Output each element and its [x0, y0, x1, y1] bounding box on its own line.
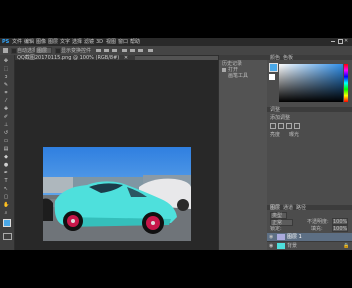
zoom-tool-icon[interactable]: ⌕	[3, 210, 9, 216]
menu-file[interactable]: 文件	[12, 39, 22, 45]
fill-label: 填充:	[311, 226, 323, 232]
opacity-label: 不透明度:	[307, 219, 329, 225]
layer-name[interactable]: 背景	[287, 243, 297, 249]
move-tool-icon[interactable]: ✥	[3, 58, 9, 64]
layers-panel-header: 图层 通道 路径	[267, 205, 352, 211]
menu-layer[interactable]: 图层	[48, 39, 58, 45]
align-buttons[interactable]	[96, 48, 156, 53]
menu-edit[interactable]: 编辑	[24, 39, 34, 45]
letterbox-bottom	[0, 250, 352, 288]
quick-mask-icon[interactable]	[3, 233, 12, 240]
minimize-icon[interactable]	[331, 41, 335, 42]
menu-bar: PS 文件 编辑 图像 图层 文字 选择 滤镜 3D 视图 窗口 帮助 ✕	[0, 38, 352, 46]
visibility-eye-icon[interactable]: ◉	[269, 243, 273, 249]
car-photo	[43, 147, 191, 241]
align-left-icon[interactable]	[122, 49, 127, 52]
canvas-image[interactable]	[43, 147, 191, 241]
show-transform-label: 显示变换控件	[61, 48, 92, 54]
align-top-icon[interactable]	[96, 49, 101, 52]
eyedropper-tool-icon[interactable]: ⁄	[3, 98, 9, 104]
history-panel-header	[219, 55, 267, 60]
menu-window[interactable]: 窗口	[118, 39, 128, 45]
canvas-area[interactable]	[15, 60, 218, 250]
menu-3d[interactable]: 3D	[96, 39, 103, 45]
layer-row[interactable]: ◉ 图层 1	[267, 233, 352, 241]
gradient-tool-icon[interactable]: ▤	[3, 146, 9, 152]
history-item-brush[interactable]: 画笔工具	[228, 73, 248, 79]
brightness-icon[interactable]	[270, 123, 276, 129]
align-vcenter-icon[interactable]	[104, 49, 109, 52]
menu-view[interactable]: 视图	[106, 39, 116, 45]
auto-select-dropdown[interactable]: 图层	[35, 47, 52, 54]
shape-tool-icon[interactable]: ▢	[3, 194, 9, 200]
tools-panel: ✥ ⬚ ↄ ✎ ⌗ ⁄ ✚ ✐ ⊥ ↺ ▭ ▤ ◆ ● ✒ T ↖ ▢ ✋ ⌕	[0, 55, 15, 250]
tab-layers[interactable]: 图层	[270, 205, 280, 211]
foreground-color-swatch[interactable]	[3, 219, 11, 227]
hue-slider[interactable]	[344, 64, 348, 102]
curves-icon[interactable]	[286, 123, 292, 129]
adjustments-header: 调整	[267, 107, 352, 113]
adjustments-add-label: 添加调整	[270, 115, 291, 121]
pen-tool-icon[interactable]: ✒	[3, 170, 9, 176]
fill-input[interactable]: 100%	[332, 225, 348, 232]
adjust-row-exposure[interactable]: 曝光	[289, 132, 299, 138]
tab-color[interactable]: 颜色	[270, 55, 280, 61]
menu-select[interactable]: 选择	[72, 39, 82, 45]
history-brush-tool-icon[interactable]: ↺	[3, 130, 9, 136]
distribute-icon[interactable]	[148, 49, 153, 52]
layer-kind-filter[interactable]: 类型	[270, 212, 287, 219]
color-panel-bg-swatch[interactable]	[269, 74, 275, 80]
adjust-row-brightness[interactable]: 亮度	[270, 132, 280, 138]
adjustments-icons-row[interactable]	[270, 123, 330, 129]
marquee-tool-icon[interactable]: ⬚	[3, 66, 9, 72]
move-tool-preset-icon[interactable]	[3, 48, 8, 53]
menu-help[interactable]: 帮助	[130, 39, 140, 45]
brush-tool-icon[interactable]: ✐	[3, 114, 9, 120]
close-icon[interactable]: ✕	[344, 38, 348, 44]
align-bottom-icon[interactable]	[112, 49, 117, 52]
tab-swatches[interactable]: 色板	[283, 55, 293, 61]
align-hcenter-icon[interactable]	[130, 49, 135, 52]
levels-icon[interactable]	[278, 123, 284, 129]
layer-thumbnail	[277, 234, 285, 240]
clone-stamp-tool-icon[interactable]: ⊥	[3, 122, 9, 128]
type-tool-icon[interactable]: T	[3, 178, 9, 184]
photoshop-window: PS 文件 编辑 图像 图层 文字 选择 滤镜 3D 视图 窗口 帮助 ✕ 自动…	[0, 38, 352, 250]
layer-row[interactable]: ◉ 背景 🔒	[267, 241, 352, 250]
menu-image[interactable]: 图像	[36, 39, 46, 45]
tab-channels[interactable]: 通道	[283, 205, 293, 211]
hand-tool-icon[interactable]: ✋	[3, 202, 9, 208]
lock-label: 锁定:	[270, 226, 282, 232]
maximize-icon[interactable]	[338, 39, 343, 44]
healing-brush-tool-icon[interactable]: ✚	[3, 106, 9, 112]
tab-paths[interactable]: 路径	[296, 205, 306, 211]
layer-thumbnail	[277, 243, 285, 249]
dodge-tool-icon[interactable]: ●	[3, 162, 9, 168]
lock-icon: 🔒	[343, 243, 350, 249]
eraser-tool-icon[interactable]: ▭	[3, 138, 9, 144]
color-panel-fg-swatch[interactable]	[269, 63, 278, 72]
history-panel: 历史记录 打开 画笔工具	[218, 55, 268, 250]
adjustments-title[interactable]: 调整	[270, 107, 280, 113]
visibility-eye-icon[interactable]: ◉	[269, 234, 273, 240]
menu-filter[interactable]: 滤镜	[84, 39, 94, 45]
menu-type[interactable]: 文字	[60, 39, 70, 45]
color-panel-header: 颜色 色板	[267, 55, 352, 61]
lasso-tool-icon[interactable]: ↄ	[3, 74, 9, 80]
layer-name[interactable]: 图层 1	[287, 234, 302, 240]
exposure-icon[interactable]	[294, 123, 300, 129]
align-right-icon[interactable]	[138, 49, 143, 52]
window-controls[interactable]: ✕	[331, 38, 349, 44]
ps-logo: PS	[2, 39, 10, 45]
history-snapshot-icon	[222, 68, 226, 72]
quick-select-tool-icon[interactable]: ✎	[3, 82, 9, 88]
opacity-input[interactable]: 100%	[332, 218, 348, 225]
color-picker-field[interactable]	[279, 64, 343, 102]
blur-tool-icon[interactable]: ◆	[3, 154, 9, 160]
right-panel: 颜色 色板 调整 添加调整 亮度 曝光 图层 通道 路径 类型 正常 不透明度:…	[267, 55, 352, 250]
path-select-tool-icon[interactable]: ↖	[3, 186, 9, 192]
blend-mode-dropdown[interactable]: 正常	[270, 219, 293, 226]
crop-tool-icon[interactable]: ⌗	[3, 90, 9, 96]
